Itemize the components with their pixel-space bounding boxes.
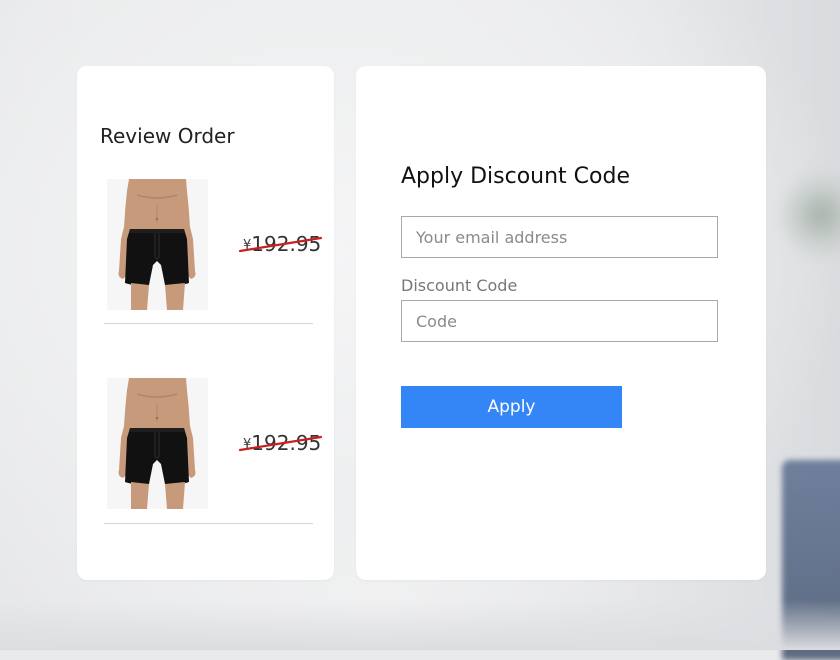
- order-item: ¥192.95: [77, 178, 334, 338]
- discount-code-label: Discount Code: [401, 276, 518, 295]
- item-price: ¥192.95: [243, 232, 322, 256]
- product-image[interactable]: [107, 179, 208, 310]
- email-input[interactable]: [401, 216, 718, 258]
- item-price: ¥192.95: [243, 431, 322, 455]
- discount-title: Apply Discount Code: [401, 164, 631, 189]
- review-order-title: Review Order: [100, 124, 235, 148]
- apply-button[interactable]: Apply: [401, 386, 622, 428]
- item-divider: [104, 523, 313, 524]
- product-image[interactable]: [107, 378, 208, 509]
- item-divider: [104, 323, 313, 324]
- discount-code-input[interactable]: [401, 300, 718, 342]
- background-floor: [0, 600, 840, 650]
- review-order-card: Review Order ¥192.95 ¥192.95: [77, 66, 334, 580]
- order-item: ¥192.95: [77, 377, 334, 537]
- discount-card: Apply Discount Code Discount Code Apply: [356, 66, 766, 580]
